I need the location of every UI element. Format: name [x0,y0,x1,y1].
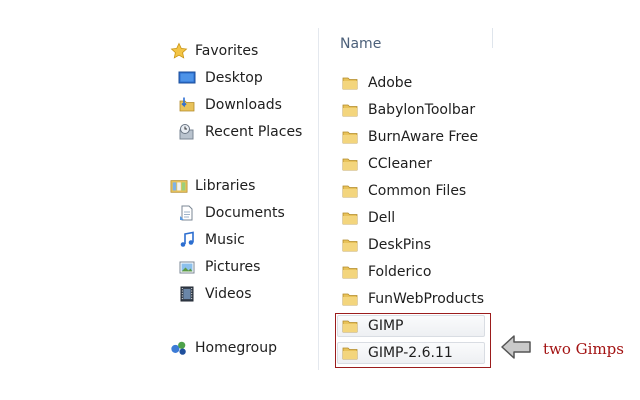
file-row-folderico[interactable]: Folderico [342,261,492,283]
file-name: CCleaner [368,156,432,172]
file-name: DeskPins [368,237,431,253]
highlight-box [335,313,491,368]
file-name: Dell [368,210,396,226]
nav-item-videos[interactable]: Videos [178,283,318,305]
nav-item-pictures[interactable]: Pictures [178,256,318,278]
file-name: Adobe [368,75,413,91]
file-row-ccleaner[interactable]: CCleaner [342,153,492,175]
navigation-pane: Favorites Desktop Downloads Recent Place… [148,28,319,370]
nav-item-label: Videos [205,286,252,302]
star-icon [170,42,188,60]
folder-icon [342,264,358,280]
file-row-burnaware-free[interactable]: BurnAware Free [342,126,492,148]
folder-icon [342,75,358,91]
folder-icon [342,210,358,226]
file-name: Common Files [368,183,467,199]
nav-item-documents[interactable]: Documents [178,202,318,224]
nav-item-label: Desktop [205,70,263,86]
file-row-babylontoolbar[interactable]: BabylonToolbar [342,99,492,121]
file-name: FunWebProducts [368,291,485,307]
nav-favorites[interactable]: Favorites [170,40,310,62]
file-row-common-files[interactable]: Common Files [342,180,492,202]
column-separator[interactable] [492,28,493,48]
folder-icon [342,102,358,118]
nav-homegroup[interactable]: Homegroup [170,337,310,359]
nav-item-label: Downloads [205,97,282,113]
libraries-icon [170,177,188,195]
pictures-icon [178,258,196,276]
videos-icon [178,285,196,303]
nav-item-label: Recent Places [205,124,303,140]
nav-item-music[interactable]: Music [178,229,318,251]
nav-item-downloads[interactable]: Downloads [178,94,318,116]
homegroup-icon [170,339,188,357]
nav-item-label: Pictures [205,259,261,275]
nav-item-label: Music [205,232,245,248]
file-row-adobe[interactable]: Adobe [342,72,492,94]
folder-icon [342,237,358,253]
nav-favorites-label: Favorites [195,43,259,59]
name-column-header[interactable]: Name [340,36,381,52]
nav-libraries[interactable]: Libraries [170,175,310,197]
recent-places-icon [178,123,196,141]
folder-icon [342,291,358,307]
file-name: BurnAware Free [368,129,479,145]
left-arrow-icon [500,334,532,360]
file-row-funwebproducts[interactable]: FunWebProducts [342,288,492,310]
music-icon [178,231,196,249]
downloads-icon [178,96,196,114]
file-row-dell[interactable]: Dell [342,207,492,229]
folder-icon [342,183,358,199]
folder-icon [342,156,358,172]
documents-icon [178,204,196,222]
nav-item-label: Documents [205,205,285,221]
folder-icon [342,129,358,145]
annotation-label: two Gimps [543,340,624,358]
nav-item-desktop[interactable]: Desktop [178,67,318,89]
nav-libraries-label: Libraries [195,178,256,194]
nav-homegroup-label: Homegroup [195,340,278,356]
file-name: Folderico [368,264,432,280]
nav-item-recent-places[interactable]: Recent Places [178,121,318,143]
desktop-icon [178,69,196,87]
file-row-deskpins[interactable]: DeskPins [342,234,492,256]
file-name: BabylonToolbar [368,102,476,118]
